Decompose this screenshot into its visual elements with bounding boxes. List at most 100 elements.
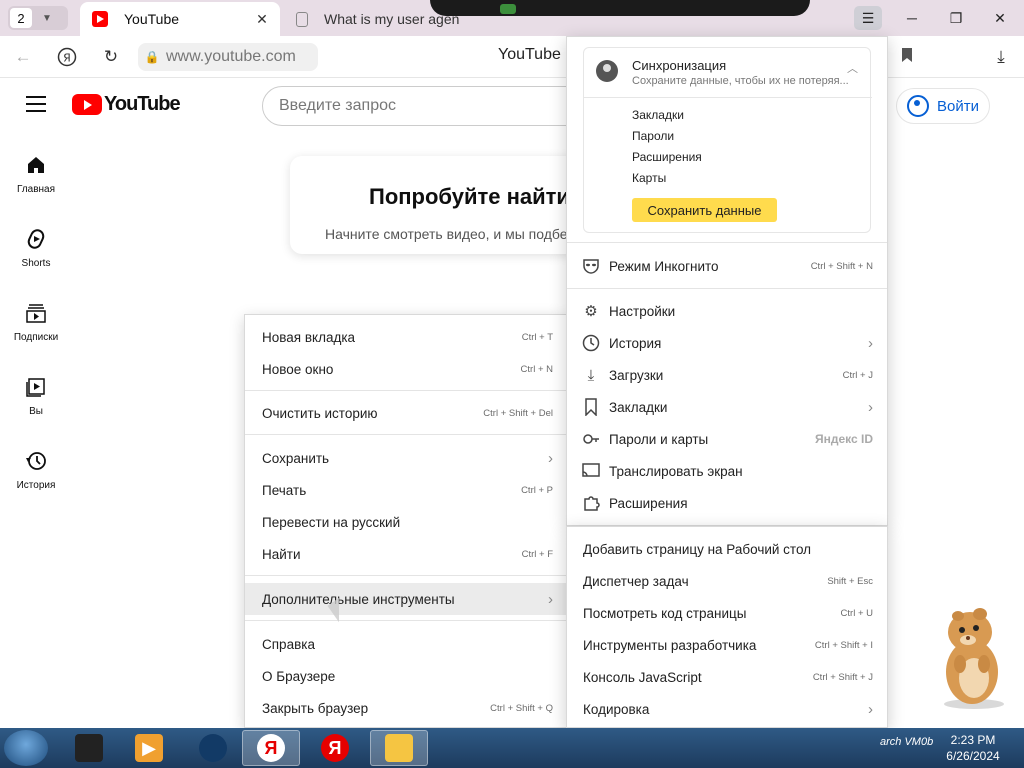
subscriptions-icon (25, 302, 47, 324)
menu-item-task-manager[interactable]: Диспетчер задач Shift + Esc (567, 565, 889, 597)
menu-item-incognito[interactable]: Режим Инкогнито Ctrl + Shift + N (567, 250, 887, 282)
taskbar-app-explorer[interactable] (370, 730, 428, 766)
signin-label: Войти (937, 97, 979, 115)
sidebar-item-label: Shorts (21, 258, 51, 269)
more-tools-submenu: Добавить страницу на Рабочий стол Диспет… (566, 526, 888, 728)
key-icon (581, 429, 601, 449)
chevron-up-icon[interactable]: ︿ (847, 60, 858, 76)
menu-shortcut: Ctrl + Shift + I (814, 639, 873, 651)
hamburger-menu-icon[interactable] (26, 96, 46, 112)
menu-item-label: История (609, 335, 662, 351)
minimize-button[interactable]: ─ (898, 6, 926, 30)
tab-counter-button[interactable]: 2 ▼ (8, 6, 68, 30)
start-button[interactable] (4, 730, 48, 766)
menu-divider (245, 575, 567, 576)
close-window-button[interactable]: ✕ (986, 6, 1014, 30)
sidebar-item-label: История (16, 480, 56, 491)
url-field[interactable]: 🔒 www.youtube.com (138, 43, 318, 71)
terminal-icon (75, 734, 103, 762)
menu-item-passwords[interactable]: Пароли и карты Яндекс ID (567, 423, 887, 455)
menu-item-js-console[interactable]: Консоль JavaScript Ctrl + Shift + J (567, 661, 889, 693)
menu-item-add-to-desktop[interactable]: Добавить страницу на Рабочий стол (567, 533, 889, 565)
menu-shortcut: Ctrl + U (840, 607, 873, 619)
menu-item-find[interactable]: Найти Ctrl + F (245, 538, 567, 570)
menu-shortcut: Ctrl + J (842, 369, 873, 381)
menu-shortcut: Ctrl + T (521, 331, 553, 343)
tab-youtube[interactable]: YouTube ✕ (80, 2, 280, 36)
menu-item-cast[interactable]: Транслировать экран (567, 455, 887, 487)
browser-menu-button[interactable]: ☰ (854, 6, 882, 30)
yandex-id-badge: Яндекс ID (814, 432, 873, 446)
system-clock[interactable]: 2:23 PM 6/26/2024 (940, 732, 1006, 764)
browser-tab-strip: 2 ▼ YouTube ✕ What is my user agen ☰ ─ ❐… (0, 0, 1024, 36)
chevron-right-icon: › (548, 590, 553, 608)
sidebar-item-you[interactable]: Вы (0, 376, 72, 417)
menu-item-devtools[interactable]: Инструменты разработчика Ctrl + Shift + … (567, 629, 889, 661)
sidebar-item-home[interactable]: Главная (0, 154, 72, 195)
menu-item-label: О Браузере (262, 668, 336, 684)
media-player-icon: ▶ (135, 734, 163, 762)
sidebar-item-subscriptions[interactable]: Подписки (0, 302, 72, 343)
yandex-home-icon[interactable]: Я (54, 44, 80, 70)
menu-item-encoding[interactable]: Кодировка › (567, 693, 889, 725)
menu-shortcut: Ctrl + N (520, 363, 553, 375)
lock-icon: 🔒 (144, 50, 160, 64)
restore-button[interactable]: ❐ (942, 6, 970, 30)
taskbar-app-yandex-browser[interactable]: Я (242, 730, 300, 766)
taskbar-app-terminal[interactable] (60, 730, 118, 766)
menu-item-new-window[interactable]: Новое окно Ctrl + N (245, 353, 567, 385)
menu-divider (567, 288, 887, 289)
menu-item-label: Посмотреть код страницы (583, 605, 747, 621)
menu-item-settings[interactable]: ⚙ Настройки (567, 295, 887, 327)
menu-item-label: Печать (262, 482, 307, 498)
yandex-icon: Я (321, 734, 349, 762)
taskbar-app-globe[interactable] (184, 730, 242, 766)
sync-header[interactable]: Синхронизация Сохраните данные, чтобы их… (584, 48, 872, 98)
menu-item-extensions[interactable]: Расширения (567, 487, 887, 519)
taskbar-app-media[interactable]: ▶ (120, 730, 178, 766)
incognito-icon (581, 256, 601, 276)
menu-shortcut: Ctrl + Shift + J (812, 671, 873, 683)
bookmark-icon (581, 397, 601, 417)
menu-item-more-tools[interactable]: Дополнительные инструменты › (245, 583, 567, 615)
menu-item-view-source[interactable]: Посмотреть код страницы Ctrl + U (567, 597, 889, 629)
menu-item-label: Инструменты разработчика (583, 637, 757, 653)
menu-item-downloads[interactable]: ⤓ Загрузки Ctrl + J (567, 359, 887, 391)
avatar-icon (596, 60, 618, 82)
menu-item-label: Консоль JavaScript (583, 669, 702, 685)
signin-button[interactable]: Войти (896, 88, 990, 124)
menu-item-help[interactable]: Справка (245, 628, 567, 660)
youtube-icon (72, 94, 102, 115)
back-icon[interactable]: ← (10, 44, 36, 70)
menu-item-label: Дополнительные инструменты (262, 591, 455, 607)
logo-text: YouTube (104, 93, 181, 115)
menu-item-quit[interactable]: Закрыть браузер Ctrl + Shift + Q (245, 692, 567, 724)
chevron-right-icon: › (548, 449, 553, 467)
reload-icon[interactable]: ↻ (98, 44, 124, 70)
menu-item-label: Закрыть браузер (262, 700, 369, 716)
menu-item-label: Очистить историю (262, 405, 378, 421)
menu-item-translate[interactable]: Перевести на русский (245, 506, 567, 538)
menu-item-clear-history[interactable]: Очистить историю Ctrl + Shift + Del (245, 397, 567, 429)
menu-item-about[interactable]: О Браузере (245, 660, 567, 692)
download-icon: ⤓ (587, 366, 595, 384)
menu-item-label: Сохранить (262, 450, 330, 466)
sidebar-item-shorts[interactable]: Shorts (0, 228, 72, 269)
menu-item-history[interactable]: История › (567, 327, 887, 359)
search-input[interactable]: Введите запрос (262, 86, 592, 126)
close-tab-icon[interactable]: ✕ (252, 11, 272, 28)
menu-item-save[interactable]: Сохранить › (245, 442, 567, 474)
youtube-logo[interactable]: YouTube (72, 93, 181, 116)
promo-heading: Попробуйте найти (369, 184, 570, 209)
sync-title: Синхронизация (632, 58, 727, 73)
menu-item-bookmarks[interactable]: Закладки › (567, 391, 887, 423)
save-data-button[interactable]: Сохранить данные (632, 198, 777, 222)
menu-item-print[interactable]: Печать Ctrl + P (245, 474, 567, 506)
hamster-mascot-icon (944, 608, 1004, 709)
menu-item-label: Закладки (609, 399, 668, 415)
menu-item-new-tab[interactable]: Новая вкладка Ctrl + T (245, 321, 567, 353)
taskbar-app-yandex[interactable]: Я (306, 730, 364, 766)
download-icon[interactable]: ⤓ (988, 44, 1014, 70)
sidebar-item-history[interactable]: История (0, 450, 72, 491)
bookmark-icon[interactable] (894, 42, 920, 68)
